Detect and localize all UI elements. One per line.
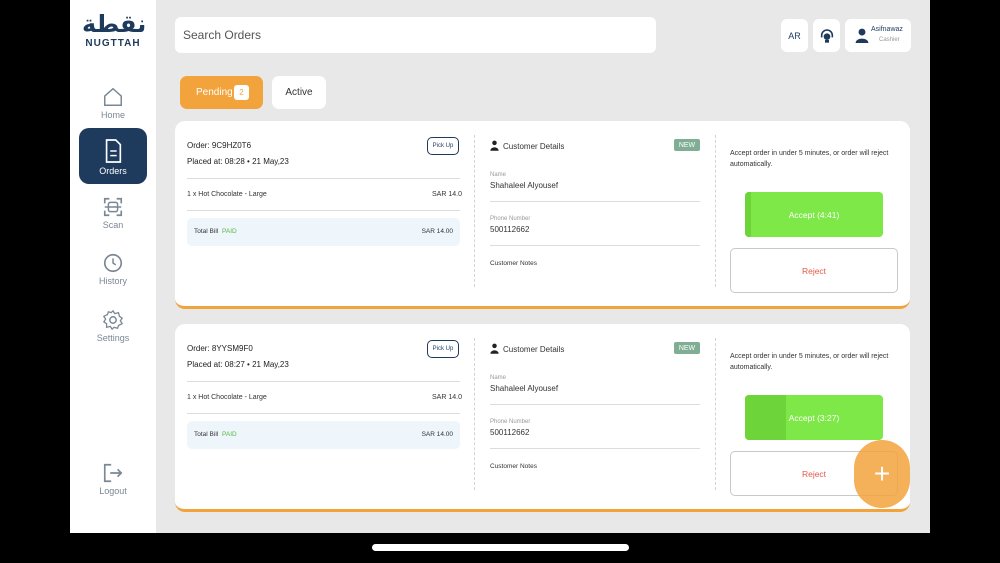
support-button[interactable] [813, 19, 840, 52]
sidebar-item-logout[interactable]: Logout [79, 458, 147, 514]
customer-name: Shahaleel Alyousef [490, 181, 559, 190]
sidebar-item-label: Settings [96, 333, 130, 343]
divider [474, 338, 475, 490]
history-icon [103, 253, 123, 273]
sidebar-item-history[interactable]: History [79, 248, 147, 304]
phone-label: Phone Number [490, 216, 531, 222]
customer-details-title: Customer Details [503, 142, 565, 151]
total-bill-row: Total Bill PAID SAR 14.00 [187, 218, 460, 246]
total-bill-amount: SAR 14.00 [421, 228, 453, 235]
divider [490, 201, 700, 202]
pickup-badge[interactable]: Pick Up [427, 137, 459, 155]
language-label: AR [788, 30, 801, 41]
accept-timer-message: Accept order in under 5 minutes, or orde… [730, 150, 889, 168]
paid-status: PAID [222, 431, 237, 438]
divider [187, 178, 460, 179]
settings-icon [102, 309, 124, 331]
language-button[interactable]: AR [781, 19, 808, 52]
customer-notes-label: Customer Notes [490, 260, 537, 267]
brand-name: NUGTTAH [85, 38, 141, 49]
order-card: Order: 8YYSM9F0 Placed at: 08:27 • 21 Ma… [175, 324, 910, 512]
tab-pending-label: Pending [196, 87, 233, 98]
pickup-badge[interactable]: Pick Up [427, 340, 459, 358]
app-window: نقطة NUGTTAH Home Orders Scan History Se… [70, 0, 930, 533]
customer-icon [490, 140, 499, 151]
accept-button[interactable]: Accept (3:27) [745, 395, 883, 440]
divider [490, 448, 700, 449]
divider [715, 135, 716, 287]
order-item-price: SAR 14.0 [432, 191, 462, 198]
sidebar-item-label: History [98, 276, 127, 286]
new-badge: NEW [674, 139, 700, 151]
order-item: 1 x Hot Chocolate - Large [187, 394, 267, 401]
headset-icon [820, 28, 833, 43]
scan-icon [103, 197, 123, 217]
brand-logo: نقطة NUGTTAH [82, 10, 147, 50]
divider [490, 404, 700, 405]
divider [187, 210, 460, 211]
accept-button-label: Accept (3:27) [788, 412, 840, 423]
total-bill-label: Total Bill [194, 228, 219, 235]
home-indicator [372, 544, 629, 551]
sidebar-item-settings[interactable]: Settings [79, 305, 147, 361]
total-bill-row: Total Bill PAID SAR 14.00 [187, 421, 460, 449]
pending-count-badge: 2 [234, 85, 249, 100]
order-item-price: SAR 14.0 [432, 394, 462, 401]
customer-details-title: Customer Details [503, 345, 565, 354]
new-badge: NEW [674, 342, 700, 354]
user-icon [855, 28, 869, 43]
customer-icon [490, 343, 499, 354]
customer-notes-label: Customer Notes [490, 463, 537, 470]
sidebar-item-label: Home [100, 110, 125, 120]
divider [490, 245, 700, 246]
add-order-button[interactable]: + [854, 440, 910, 508]
customer-phone: 500112662 [490, 428, 530, 437]
accept-progress-fill [745, 192, 751, 237]
total-bill-label: Total Bill [194, 431, 219, 438]
paid-status: PAID [222, 228, 237, 235]
name-label: Name [490, 172, 507, 178]
accept-progress-fill [745, 395, 787, 440]
order-item: 1 x Hot Chocolate - Large [187, 191, 267, 198]
sidebar-item-scan[interactable]: Scan [79, 192, 147, 248]
tab-active-label: Active [285, 87, 313, 98]
customer-name: Shahaleel Alyousef [490, 384, 559, 393]
order-id: Order: 8YYSM9F0 [187, 344, 253, 353]
home-icon [104, 87, 122, 106]
order-placed-time: Placed at: 08:28 • 21 May,23 [187, 157, 289, 166]
accept-timer-message: Accept order in under 5 minutes, or orde… [730, 353, 889, 371]
sidebar-item-label: Scan [102, 220, 124, 230]
sidebar-item-label: Orders [99, 166, 127, 176]
accept-button[interactable]: Accept (4:41) [745, 192, 883, 237]
tab-active[interactable]: Active [272, 76, 326, 109]
order-placed-time: Placed at: 08:27 • 21 May,23 [187, 360, 289, 369]
sidebar-item-label: Logout [99, 486, 127, 496]
divider [187, 413, 460, 414]
order-id: Order: 9C9HZ0T6 [187, 141, 252, 150]
divider [187, 381, 460, 382]
sidebar-item-orders[interactable]: Orders [79, 128, 147, 184]
search-input[interactable]: Search Orders [175, 17, 656, 53]
order-card: Order: 9C9HZ0T6 Placed at: 08:28 • 21 Ma… [175, 121, 910, 309]
total-bill-amount: SAR 14.00 [421, 431, 453, 438]
customer-phone: 500112662 [490, 225, 530, 234]
orders-icon [105, 139, 122, 163]
divider [715, 338, 716, 490]
logout-icon [103, 463, 123, 483]
user-profile[interactable]: Asifnawaz Cashier [845, 19, 911, 52]
accept-button-label: Accept (4:41) [788, 209, 840, 220]
search-placeholder: Search Orders [183, 28, 262, 42]
user-role: Cashier [879, 37, 900, 43]
reject-button[interactable]: Reject [730, 248, 898, 293]
brand-arabic: نقطة [82, 10, 147, 38]
plus-icon: + [873, 458, 891, 489]
phone-label: Phone Number [490, 419, 531, 425]
user-name: Asifnawaz [871, 26, 903, 33]
name-label: Name [490, 375, 507, 381]
divider [474, 135, 475, 287]
sidebar: نقطة NUGTTAH Home Orders Scan History Se… [70, 0, 156, 533]
tab-pending[interactable]: Pending 2 [180, 76, 263, 109]
